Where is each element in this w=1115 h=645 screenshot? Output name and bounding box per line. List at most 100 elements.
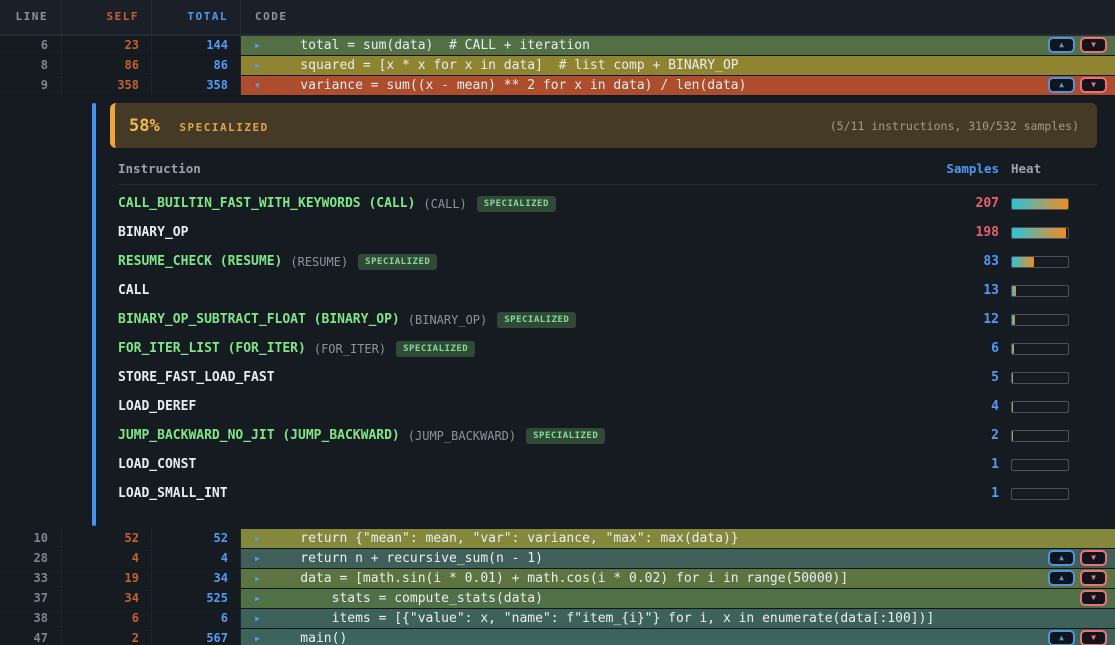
column-header-code: CODE bbox=[241, 0, 1115, 34]
heat-bar-fill bbox=[1012, 199, 1068, 209]
expand-arrow-icon[interactable]: ▶ bbox=[250, 56, 265, 75]
instruction-row: CALL_BUILTIN_FAST_WITH_KEYWORDS (CALL) (… bbox=[118, 189, 1097, 218]
move-down-button[interactable]: ▼ bbox=[1080, 590, 1107, 606]
move-down-button[interactable]: ▼ bbox=[1080, 37, 1107, 53]
instruction-name: LOAD_SMALL_INT bbox=[118, 486, 228, 501]
code-row-33: 33 19 34 ▶ data = [math.sin(i * 0.01) + … bbox=[0, 569, 1115, 589]
column-header-heat: Heat bbox=[1011, 161, 1097, 176]
instruction-name: CALL_BUILTIN_FAST_WITH_KEYWORDS (CALL) bbox=[118, 196, 415, 211]
line-number: 38 bbox=[0, 609, 62, 628]
move-up-button[interactable]: ▲ bbox=[1048, 37, 1075, 53]
instruction-row: LOAD_SMALL_INT 1 bbox=[118, 479, 1097, 508]
instruction-samples: 83 bbox=[941, 254, 1011, 269]
move-up-button[interactable]: ▲ bbox=[1048, 630, 1075, 645]
heat-bar-fill bbox=[1012, 344, 1014, 354]
code-cell[interactable]: ▶ total = sum(data) # CALL + iteration ▲… bbox=[241, 36, 1115, 55]
heat-bar bbox=[1011, 314, 1069, 326]
code-cell[interactable]: ▶ stats = compute_stats(data) ▼ bbox=[241, 589, 1115, 608]
line-number: 9 bbox=[0, 76, 62, 95]
expand-arrow-icon[interactable]: ▶ bbox=[250, 609, 265, 628]
banner-stats: (5/11 instructions, 310/532 samples) bbox=[830, 119, 1079, 133]
code-line: data = [math.sin(i * 0.01) + math.cos(i … bbox=[269, 569, 848, 588]
code-line: items = [{"value": x, "name": f"item_{i}… bbox=[269, 609, 934, 628]
code-row-28: 28 4 4 ▶ return n + recursive_sum(n - 1)… bbox=[0, 549, 1115, 569]
self-samples: 2 bbox=[62, 629, 152, 645]
instruction-name: JUMP_BACKWARD_NO_JIT (JUMP_BACKWARD) bbox=[118, 428, 400, 443]
move-up-button[interactable]: ▲ bbox=[1048, 550, 1075, 566]
expanded-detail-panel: 58% SPECIALIZED (5/11 instructions, 310/… bbox=[0, 103, 1115, 529]
specialized-badge: SPECIALIZED bbox=[526, 428, 605, 444]
column-header-self: SELF bbox=[62, 0, 152, 34]
instruction-row: LOAD_DEREF 4 bbox=[118, 392, 1097, 421]
row-buttons: ▲ ▼ bbox=[1048, 37, 1107, 53]
code-cell[interactable]: ▶ return n + recursive_sum(n - 1) ▲ ▼ bbox=[241, 549, 1115, 568]
column-header-instruction: Instruction bbox=[118, 161, 941, 176]
total-samples: 86 bbox=[152, 56, 241, 75]
instruction-samples: 1 bbox=[941, 457, 1011, 472]
move-down-button[interactable]: ▼ bbox=[1080, 77, 1107, 93]
code-cell[interactable]: ▼ variance = sum((x - mean) ** 2 for x i… bbox=[241, 76, 1115, 95]
code-cell[interactable]: ▶ main() ▲ ▼ bbox=[241, 629, 1115, 645]
expand-arrow-icon[interactable]: ▶ bbox=[250, 549, 265, 568]
move-up-button[interactable]: ▲ bbox=[1048, 77, 1075, 93]
heat-bar-fill bbox=[1012, 431, 1013, 441]
instruction-row: CALL 13 bbox=[118, 276, 1097, 305]
down-arrow-icon: ▼ bbox=[1091, 574, 1096, 582]
instruction-name: BINARY_OP_SUBTRACT_FLOAT (BINARY_OP) bbox=[118, 312, 400, 327]
instruction-base-opcode: (CALL) bbox=[423, 197, 466, 211]
instruction-name: LOAD_DEREF bbox=[118, 399, 196, 414]
instruction-samples: 13 bbox=[941, 283, 1011, 298]
expanded-row-indicator-bar bbox=[92, 103, 96, 526]
self-samples: 4 bbox=[62, 549, 152, 568]
code-cell[interactable]: ▶ return {"mean": mean, "var": variance,… bbox=[241, 529, 1115, 548]
heat-bar bbox=[1011, 227, 1069, 239]
code-row-47: 47 2 567 ▶ main() ▲ ▼ bbox=[0, 629, 1115, 645]
expand-arrow-icon[interactable]: ▶ bbox=[250, 529, 265, 548]
instruction-base-opcode: (RESUME) bbox=[290, 255, 348, 269]
line-number: 28 bbox=[0, 549, 62, 568]
expand-arrow-icon[interactable]: ▶ bbox=[250, 569, 265, 588]
self-samples: 34 bbox=[62, 589, 152, 608]
expand-arrow-icon[interactable]: ▶ bbox=[250, 629, 265, 645]
code-cell[interactable]: ▶ items = [{"value": x, "name": f"item_{… bbox=[241, 609, 1115, 628]
self-samples: 6 bbox=[62, 609, 152, 628]
instruction-name: CALL bbox=[118, 283, 149, 298]
code-line: squared = [x * x for x in data] # list c… bbox=[269, 56, 739, 75]
heat-bar bbox=[1011, 401, 1069, 413]
down-arrow-icon: ▼ bbox=[1091, 81, 1096, 89]
code-row-8: 8 86 86 ▶ squared = [x * x for x in data… bbox=[0, 56, 1115, 76]
instruction-row: RESUME_CHECK (RESUME) (RESUME) SPECIALIZ… bbox=[118, 247, 1097, 276]
collapse-arrow-icon[interactable]: ▼ bbox=[250, 76, 265, 95]
code-line: main() bbox=[269, 629, 347, 645]
expand-arrow-icon[interactable]: ▶ bbox=[250, 589, 265, 608]
code-line: variance = sum((x - mean) ** 2 for x in … bbox=[269, 76, 746, 95]
self-samples: 52 bbox=[62, 529, 152, 548]
instruction-table-header: Instruction Samples Heat bbox=[118, 148, 1097, 185]
code-row-38: 38 6 6 ▶ items = [{"value": x, "name": f… bbox=[0, 609, 1115, 629]
move-up-button[interactable]: ▲ bbox=[1048, 570, 1075, 586]
instruction-row: BINARY_OP 198 bbox=[118, 218, 1097, 247]
instruction-base-opcode: (BINARY_OP) bbox=[408, 313, 487, 327]
heat-bar bbox=[1011, 488, 1069, 500]
up-arrow-icon: ▲ bbox=[1059, 41, 1064, 49]
move-down-button[interactable]: ▼ bbox=[1080, 550, 1107, 566]
down-arrow-icon: ▼ bbox=[1091, 634, 1096, 642]
instruction-list: CALL_BUILTIN_FAST_WITH_KEYWORDS (CALL) (… bbox=[118, 185, 1097, 508]
line-number: 33 bbox=[0, 569, 62, 588]
code-cell[interactable]: ▶ data = [math.sin(i * 0.01) + math.cos(… bbox=[241, 569, 1115, 588]
expand-arrow-icon[interactable]: ▶ bbox=[250, 36, 265, 55]
heat-bar bbox=[1011, 256, 1069, 268]
down-arrow-icon: ▼ bbox=[1091, 594, 1096, 602]
move-down-button[interactable]: ▼ bbox=[1080, 630, 1107, 645]
profiler-app: LINE SELF TOTAL CODE 6 23 144 ▶ total = … bbox=[0, 0, 1115, 645]
instruction-samples: 6 bbox=[941, 341, 1011, 356]
line-number: 37 bbox=[0, 589, 62, 608]
specialized-badge: SPECIALIZED bbox=[396, 341, 475, 357]
instruction-name: RESUME_CHECK (RESUME) bbox=[118, 254, 282, 269]
instruction-base-opcode: (FOR_ITER) bbox=[314, 342, 386, 356]
heat-bar bbox=[1011, 343, 1069, 355]
specialized-badge: SPECIALIZED bbox=[497, 312, 576, 328]
total-samples: 525 bbox=[152, 589, 241, 608]
code-cell[interactable]: ▶ squared = [x * x for x in data] # list… bbox=[241, 56, 1115, 75]
move-down-button[interactable]: ▼ bbox=[1080, 570, 1107, 586]
